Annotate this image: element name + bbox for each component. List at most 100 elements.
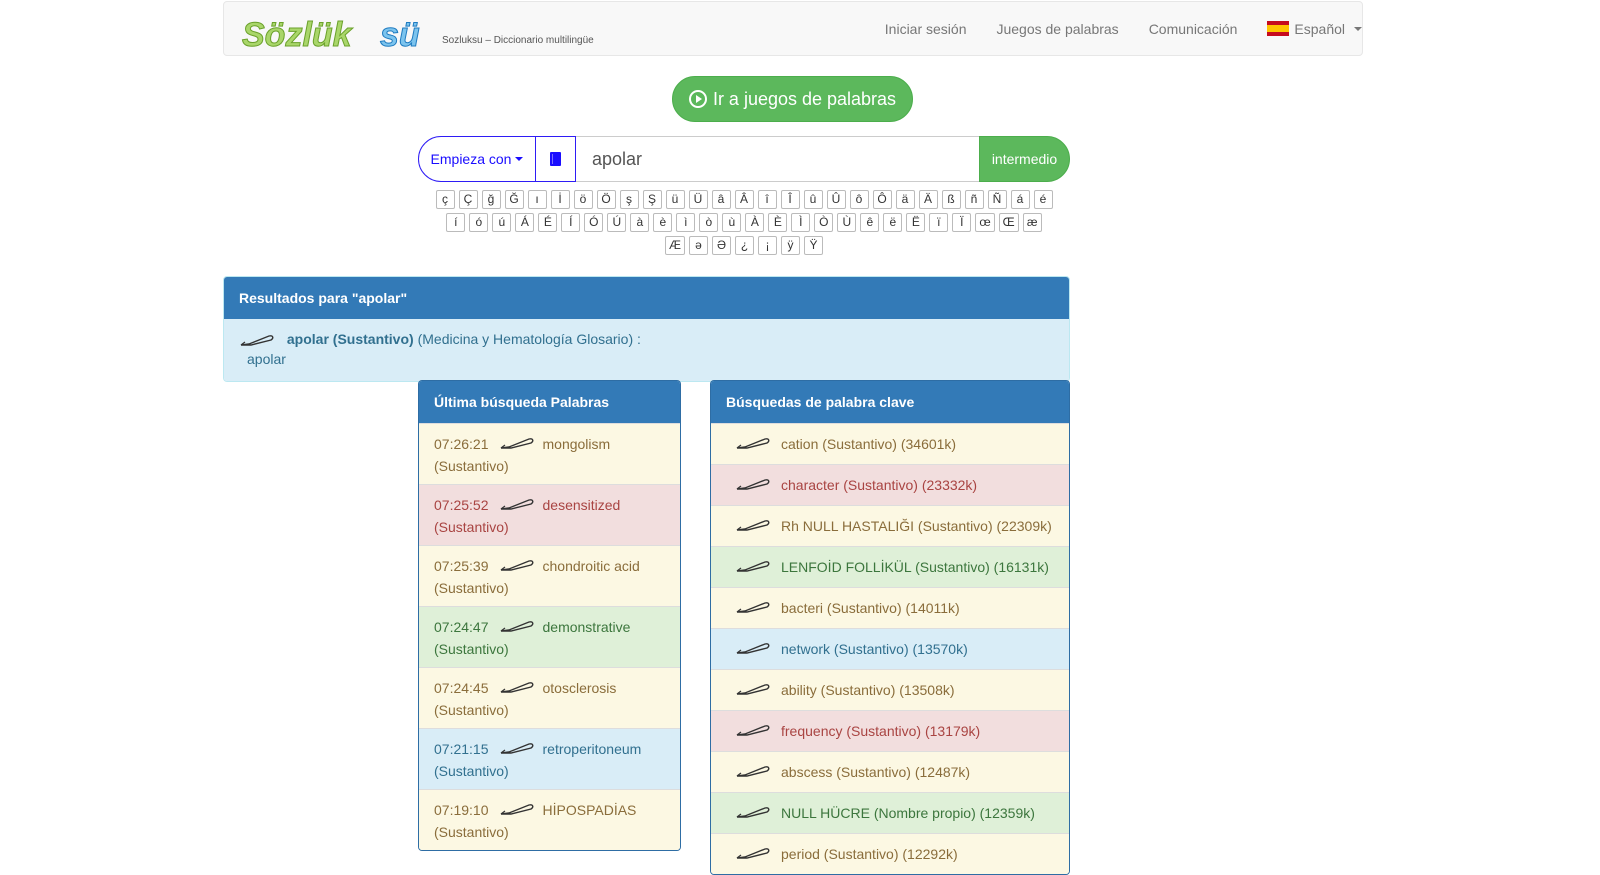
keyword-search-item[interactable]: bacteri (Sustantivo) (14011k) [711, 587, 1069, 628]
brand[interactable]: Sözlük sü Sozluksu – Diccionario multili… [240, 12, 594, 52]
char-button[interactable]: ß [941, 190, 961, 209]
char-button[interactable]: Í [561, 213, 581, 232]
keyword-search-item[interactable]: character (Sustantivo) (23332k) [711, 464, 1069, 505]
search-word[interactable]: mongolism [543, 436, 611, 452]
char-button[interactable]: Ğ [504, 190, 524, 209]
char-button[interactable]: ë [883, 213, 903, 232]
char-button[interactable]: ö [573, 190, 593, 209]
level-button[interactable]: intermedio [979, 136, 1070, 182]
search-mode-dropdown[interactable]: Empieza con [418, 136, 536, 182]
recent-search-item[interactable]: 07:24:45 otosclerosis (Sustantivo) [419, 667, 680, 728]
char-button[interactable]: ä [895, 190, 915, 209]
char-button[interactable]: ó [469, 213, 489, 232]
char-button[interactable]: Ì [791, 213, 811, 232]
keyword-text[interactable]: abscess (Sustantivo) (12487k) [781, 764, 970, 780]
keyword-search-item[interactable]: frequency (Sustantivo) (13179k) [711, 710, 1069, 751]
char-button[interactable]: ¡ [758, 236, 777, 255]
char-button[interactable]: Ç [458, 190, 478, 209]
char-button[interactable]: ş [619, 190, 639, 209]
keyword-search-item[interactable]: ability (Sustantivo) (13508k) [711, 669, 1069, 710]
search-word[interactable]: otosclerosis [543, 680, 617, 696]
dictionary-button[interactable] [536, 136, 576, 182]
keyword-search-item[interactable]: abscess (Sustantivo) (12487k) [711, 751, 1069, 792]
recent-search-item[interactable]: 07:26:21 mongolism (Sustantivo) [419, 423, 680, 484]
recent-search-item[interactable]: 07:25:39 chondroitic acid (Sustantivo) [419, 545, 680, 606]
search-word[interactable]: demonstrative [543, 619, 631, 635]
search-word[interactable]: retroperitoneum [543, 741, 642, 757]
keyword-text[interactable]: bacteri (Sustantivo) (14011k) [781, 600, 960, 616]
recent-search-item[interactable]: 07:24:47 demonstrative (Sustantivo) [419, 606, 680, 667]
keyword-text[interactable]: character (Sustantivo) (23332k) [781, 477, 977, 493]
char-button[interactable]: ï [929, 213, 949, 232]
char-button[interactable]: Ë [906, 213, 926, 232]
keyword-text[interactable]: LENFOİD FOLLİKÜL (Sustantivo) (16131k) [781, 559, 1049, 575]
char-button[interactable]: â [711, 190, 731, 209]
char-button[interactable]: ğ [481, 190, 501, 209]
char-button[interactable]: œ [975, 213, 995, 232]
char-button[interactable]: È [768, 213, 788, 232]
char-button[interactable]: ¿ [735, 236, 754, 255]
keyword-search-item[interactable]: LENFOİD FOLLİKÜL (Sustantivo) (16131k) [711, 546, 1069, 587]
char-button[interactable]: Á [515, 213, 535, 232]
char-button[interactable]: Ï [952, 213, 972, 232]
result-item[interactable]: apolar (Sustantivo) (Medicina y Hematolo… [224, 319, 1069, 381]
keyword-search-item[interactable]: NULL HÜCRE (Nombre propio) (12359k) [711, 792, 1069, 833]
char-button[interactable]: à [630, 213, 650, 232]
keyword-search-item[interactable]: Rh NULL HASTALIĞI (Sustantivo) (22309k) [711, 505, 1069, 546]
keyword-search-item[interactable]: period (Sustantivo) (12292k) [711, 833, 1069, 874]
char-button[interactable]: è [653, 213, 673, 232]
result-translation[interactable]: apolar [247, 351, 286, 367]
recent-search-item[interactable]: 07:25:52 desensitized (Sustantivo) [419, 484, 680, 545]
char-button[interactable]: Ú [607, 213, 627, 232]
char-button[interactable]: İ [550, 190, 570, 209]
char-button[interactable]: À [745, 213, 765, 232]
keyword-search-item[interactable]: network (Sustantivo) (13570k) [711, 628, 1069, 669]
recent-search-item[interactable]: 07:21:15 retroperitoneum (Sustantivo) [419, 728, 680, 789]
char-button[interactable]: ò [699, 213, 719, 232]
search-word[interactable]: desensitized [543, 497, 621, 513]
keyword-text[interactable]: NULL HÜCRE (Nombre propio) (12359k) [781, 805, 1035, 821]
char-button[interactable]: Ü [688, 190, 708, 209]
keyword-text[interactable]: ability (Sustantivo) (13508k) [781, 682, 955, 698]
keyword-text[interactable]: period (Sustantivo) (12292k) [781, 846, 958, 862]
char-button[interactable]: Ñ [987, 190, 1007, 209]
char-button[interactable]: û [803, 190, 823, 209]
char-button[interactable]: Ä [918, 190, 938, 209]
char-button[interactable]: Û [826, 190, 846, 209]
char-button[interactable]: ÿ [781, 236, 800, 255]
keyword-text[interactable]: frequency (Sustantivo) (13179k) [781, 723, 980, 739]
char-button[interactable]: Ô [872, 190, 892, 209]
recent-search-item[interactable]: 07:19:10 HİPOSPADİAS (Sustantivo) [419, 789, 680, 850]
char-button[interactable]: ç [435, 190, 455, 209]
keyword-text[interactable]: network (Sustantivo) (13570k) [781, 641, 968, 657]
char-button[interactable]: á [1010, 190, 1030, 209]
char-button[interactable]: Ÿ [804, 236, 823, 255]
char-button[interactable]: Æ [665, 236, 685, 255]
char-button[interactable]: î [757, 190, 777, 209]
keyword-text[interactable]: cation (Sustantivo) (34601k) [781, 436, 956, 452]
char-button[interactable]: ì [676, 213, 696, 232]
char-button[interactable]: Ù [837, 213, 857, 232]
char-button[interactable]: Œ [998, 213, 1019, 232]
go-word-games-button[interactable]: Ir a juegos de palabras [672, 76, 913, 122]
keyword-search-item[interactable]: cation (Sustantivo) (34601k) [711, 423, 1069, 464]
char-button[interactable]: Â [734, 190, 754, 209]
char-button[interactable]: Ö [596, 190, 616, 209]
char-button[interactable]: Î [780, 190, 800, 209]
language-dropdown[interactable]: Español [1252, 21, 1362, 37]
nav-login[interactable]: Iniciar sesión [870, 21, 982, 37]
char-button[interactable]: æ [1022, 213, 1042, 232]
char-button[interactable]: Ş [642, 190, 662, 209]
char-button[interactable]: ù [722, 213, 742, 232]
char-button[interactable]: Ó [584, 213, 604, 232]
keyword-text[interactable]: Rh NULL HASTALIĞI (Sustantivo) (22309k) [781, 518, 1052, 534]
char-button[interactable]: ı [527, 190, 547, 209]
char-button[interactable]: ñ [964, 190, 984, 209]
site-logo[interactable]: Sözlük sü [240, 16, 440, 52]
char-button[interactable]: ə [689, 236, 708, 255]
search-word[interactable]: HİPOSPADİAS [543, 802, 637, 818]
search-input[interactable] [576, 136, 979, 182]
char-button[interactable]: í [446, 213, 466, 232]
search-word[interactable]: chondroitic acid [543, 558, 640, 574]
char-button[interactable]: Ò [814, 213, 834, 232]
